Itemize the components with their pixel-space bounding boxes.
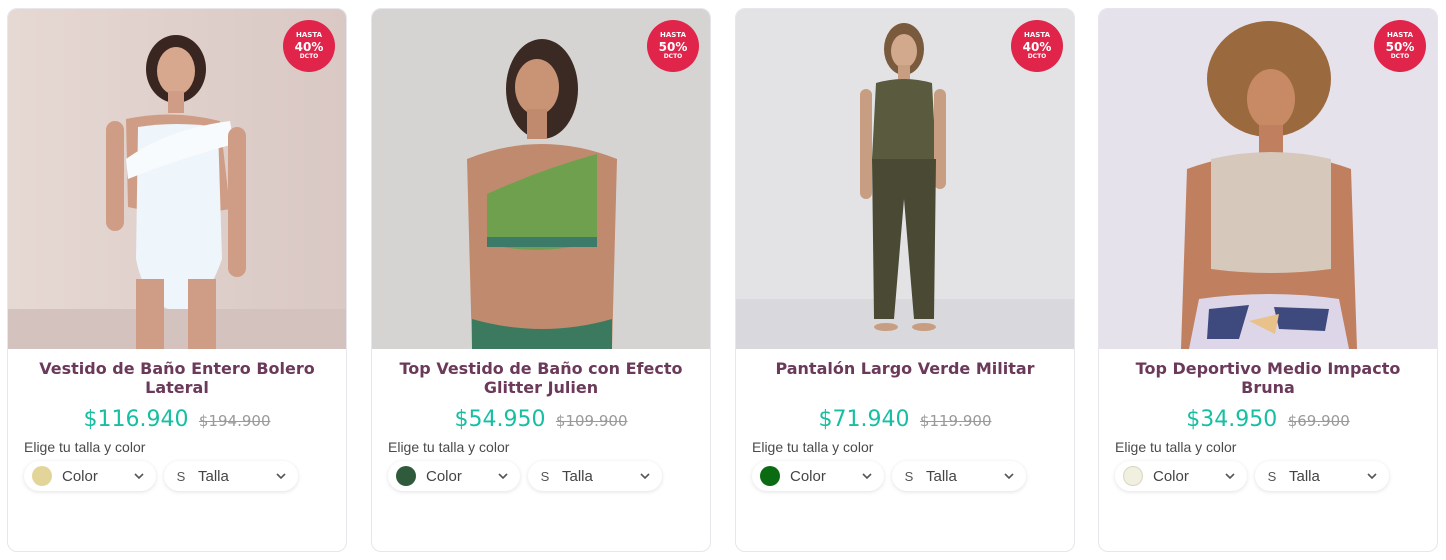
discount-badge: HASTA 40% DCTO: [1011, 20, 1063, 72]
chevron-down-icon: [1004, 473, 1014, 480]
color-select-label: Color: [1153, 467, 1189, 485]
badge-top-text: HASTA: [296, 31, 322, 39]
chevron-down-icon: [1367, 473, 1377, 480]
badge-top-text: HASTA: [1387, 31, 1413, 39]
color-swatch: [760, 466, 780, 486]
size-select-label: Talla: [198, 467, 229, 485]
chevron-down-icon: [276, 473, 286, 480]
size-icon: S: [1267, 468, 1277, 484]
color-swatch: [1123, 466, 1143, 486]
color-select[interactable]: Color: [24, 461, 156, 491]
color-select-label: Color: [426, 467, 462, 485]
size-select[interactable]: S Talla: [1255, 461, 1389, 491]
product-image[interactable]: HASTA 50% DCTO: [1099, 9, 1437, 349]
choose-size-color-label: Elige tu talla y color: [24, 439, 146, 455]
size-icon: S: [176, 468, 186, 484]
product-image[interactable]: HASTA 40% DCTO: [8, 9, 346, 349]
badge-top-text: HASTA: [660, 31, 686, 39]
discount-badge: HASTA 40% DCTO: [283, 20, 335, 72]
product-title[interactable]: Pantalón Largo Verde Militar: [752, 359, 1058, 397]
sale-price: $116.940: [83, 407, 189, 432]
discount-badge: HASTA 50% DCTO: [647, 20, 699, 72]
product-title[interactable]: Top Deportivo Medio Impacto Bruna: [1115, 359, 1421, 397]
badge-percent: 40%: [294, 40, 324, 54]
size-select-label: Talla: [1289, 467, 1320, 485]
color-select-label: Color: [790, 467, 826, 485]
discount-badge: HASTA 50% DCTO: [1374, 20, 1426, 72]
original-price: $109.900: [555, 412, 628, 430]
chevron-down-icon: [1225, 473, 1235, 480]
original-price: $119.900: [919, 412, 992, 430]
color-select[interactable]: Color: [1115, 461, 1247, 491]
chevron-down-icon: [134, 473, 144, 480]
original-price: $194.900: [198, 412, 271, 430]
badge-bottom-text: DCTO: [663, 53, 683, 60]
product-card[interactable]: HASTA 40% DCTO Vestido de Baño Entero Bo…: [7, 8, 347, 552]
size-select[interactable]: S Talla: [892, 461, 1026, 491]
sale-price: $71.940: [818, 407, 910, 432]
chevron-down-icon: [498, 473, 508, 480]
product-title[interactable]: Vestido de Baño Entero Bolero Lateral: [24, 359, 330, 397]
badge-percent: 50%: [1385, 40, 1415, 54]
color-select-label: Color: [62, 467, 98, 485]
choose-size-color-label: Elige tu talla y color: [752, 439, 874, 455]
product-image[interactable]: HASTA 50% DCTO: [372, 9, 710, 349]
color-select[interactable]: Color: [388, 461, 520, 491]
product-card[interactable]: HASTA 50% DCTO Top Vestido de Baño con E…: [371, 8, 711, 552]
size-select-label: Talla: [926, 467, 957, 485]
badge-bottom-text: DCTO: [299, 53, 319, 60]
choose-size-color-label: Elige tu talla y color: [1115, 439, 1237, 455]
badge-top-text: HASTA: [1024, 31, 1050, 39]
product-grid: HASTA 40% DCTO Vestido de Baño Entero Bo…: [0, 0, 1446, 560]
original-price: $69.900: [1287, 412, 1350, 430]
size-select[interactable]: S Talla: [164, 461, 298, 491]
size-icon: S: [904, 468, 914, 484]
badge-bottom-text: DCTO: [1027, 53, 1047, 60]
badge-bottom-text: DCTO: [1390, 53, 1410, 60]
size-select[interactable]: S Talla: [528, 461, 662, 491]
size-icon: S: [540, 468, 550, 484]
product-image[interactable]: HASTA 40% DCTO: [736, 9, 1074, 349]
product-title[interactable]: Top Vestido de Baño con Efecto Glitter J…: [388, 359, 694, 397]
color-swatch: [32, 466, 52, 486]
color-swatch: [396, 466, 416, 486]
badge-percent: 50%: [658, 40, 688, 54]
chevron-down-icon: [640, 473, 650, 480]
sale-price: $34.950: [1186, 407, 1278, 432]
chevron-down-icon: [862, 473, 872, 480]
choose-size-color-label: Elige tu talla y color: [388, 439, 510, 455]
sale-price: $54.950: [454, 407, 546, 432]
badge-percent: 40%: [1022, 40, 1052, 54]
size-select-label: Talla: [562, 467, 593, 485]
product-card[interactable]: HASTA 40% DCTO Pantalón Largo Verde Mili…: [735, 8, 1075, 552]
color-select[interactable]: Color: [752, 461, 884, 491]
product-card[interactable]: HASTA 50% DCTO Top Deportivo Medio Impac…: [1098, 8, 1438, 552]
